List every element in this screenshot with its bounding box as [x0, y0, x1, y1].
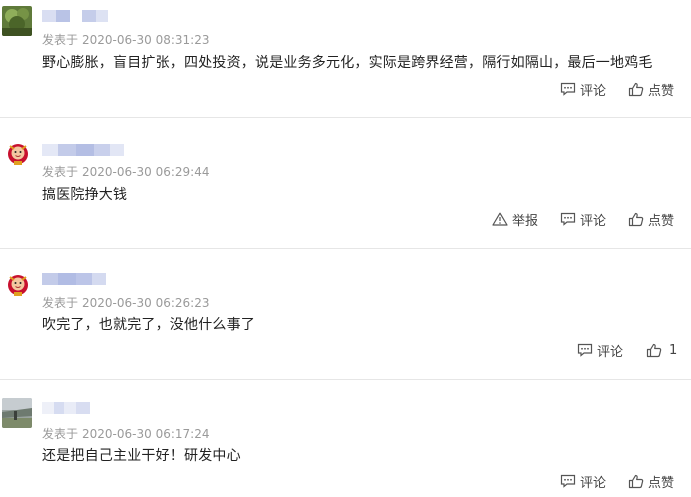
username-blurred[interactable]	[42, 144, 124, 156]
comment-text: 吹完了，也就完了，没他什么事了	[42, 317, 255, 333]
reply-button[interactable]: 评论	[560, 80, 607, 99]
reply-label: 评论	[580, 83, 607, 99]
comment-item: 发表于 2020-06-30 06:29:44 搞医院挣大钱 举报 评论 点赞	[0, 118, 691, 249]
comment-time: 08:31:23	[155, 33, 210, 47]
comment-meta: 发表于 2020-06-30 06:26:23	[42, 294, 210, 311]
comment-time: 06:17:24	[155, 427, 210, 441]
reply-button[interactable]: 评论	[577, 341, 624, 360]
comment-meta: 发表于 2020-06-30 06:17:24	[42, 425, 210, 442]
published-label: 发表于	[42, 296, 79, 310]
comment-meta: 发表于 2020-06-30 06:29:44	[42, 163, 210, 180]
like-button[interactable]: 点赞	[628, 80, 675, 99]
report-button[interactable]: 举报	[492, 210, 539, 229]
published-label: 发表于	[42, 427, 79, 441]
like-label: 点赞	[648, 83, 675, 99]
like-button[interactable]: 点赞	[628, 472, 675, 491]
like-button[interactable]: 1	[646, 341, 677, 359]
thumbs-up-icon	[628, 474, 644, 488]
comment-text: 还是把自己主业干好！研发中心	[42, 448, 241, 464]
comment-icon	[560, 82, 576, 96]
report-label: 举报	[512, 213, 539, 229]
thumbs-up-icon	[646, 343, 662, 357]
username-blurred[interactable]	[42, 402, 90, 414]
username-blurred[interactable]	[42, 10, 108, 22]
comment-date: 2020-06-30	[82, 33, 152, 47]
comment-date: 2020-06-30	[82, 165, 152, 179]
published-label: 发表于	[42, 165, 79, 179]
comment-text: 搞医院挣大钱	[42, 187, 128, 203]
reply-label: 评论	[597, 344, 624, 360]
like-count: 1	[669, 342, 678, 358]
comment-text: 野心膨胀，盲目扩张，四处投资，说是业务多元化，实际是跨界经营，隔行如隔山，最后一…	[42, 55, 653, 71]
like-label: 点赞	[648, 475, 675, 491]
reply-button[interactable]: 评论	[560, 210, 607, 229]
like-button[interactable]: 点赞	[628, 210, 675, 229]
comment-date: 2020-06-30	[82, 427, 152, 441]
avatar[interactable]	[6, 271, 30, 297]
comment-item: 发表于 2020-06-30 06:17:24 还是把自己主业干好！研发中心 评论…	[0, 380, 691, 497]
avatar[interactable]	[2, 6, 32, 36]
comment-meta: 发表于 2020-06-30 08:31:23	[42, 31, 210, 48]
published-label: 发表于	[42, 33, 79, 47]
reply-label: 评论	[580, 213, 607, 229]
comment-date: 2020-06-30	[82, 296, 152, 310]
thumbs-up-icon	[628, 212, 644, 226]
reply-button[interactable]: 评论	[560, 472, 607, 491]
username-blurred[interactable]	[42, 273, 106, 285]
comment-time: 06:26:23	[155, 296, 210, 310]
warning-icon	[492, 212, 508, 226]
thumbs-up-icon	[628, 82, 644, 96]
comment-item: 发表于 2020-06-30 06:26:23 吹完了，也就完了，没他什么事了 评…	[0, 249, 691, 380]
avatar[interactable]	[6, 140, 30, 166]
comment-icon	[577, 343, 593, 357]
comment-item: 发表于 2020-06-30 08:31:23 野心膨胀，盲目扩张，四处投资，说是…	[0, 0, 691, 118]
like-label: 点赞	[648, 213, 675, 229]
reply-label: 评论	[580, 475, 607, 491]
comment-icon	[560, 474, 576, 488]
comment-time: 06:29:44	[155, 165, 210, 179]
comment-icon	[560, 212, 576, 226]
avatar[interactable]	[2, 398, 32, 428]
